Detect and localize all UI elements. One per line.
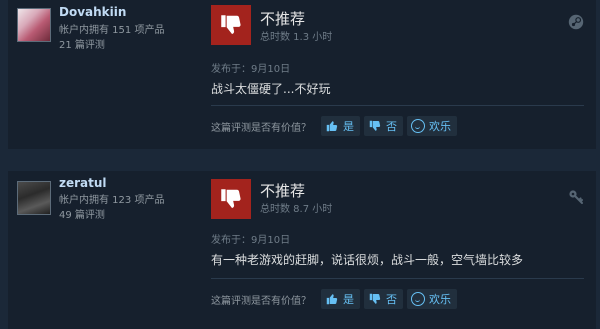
review-card: zeratul 帐户内拥有 123 项产品 49 篇评测 不推荐 总时数 8.7… xyxy=(8,171,596,329)
vote-yes-button[interactable]: 是 xyxy=(321,116,360,136)
helpful-question: 这篇评测是否有价值？ xyxy=(211,122,311,134)
helpful-question: 这篇评测是否有价值？ xyxy=(211,295,311,307)
vote-yes-label: 是 xyxy=(343,120,354,133)
divider xyxy=(211,278,584,279)
vote-no-label: 否 xyxy=(386,293,397,306)
review-text[interactable]: 有一种老游戏的赶脚，说话很烦，战斗一般，空气墙比较多 xyxy=(211,251,523,268)
posted-date: 发布于：9月10日 xyxy=(211,64,291,75)
products-owned[interactable]: 帐户内拥有 123 项产品 xyxy=(59,193,164,208)
smiley-icon xyxy=(411,292,425,306)
thumbs-down-icon xyxy=(211,5,251,45)
vote-funny-button[interactable]: 欢乐 xyxy=(407,289,457,309)
review-verdict[interactable]: 不推荐 xyxy=(260,8,305,29)
vote-yes-button[interactable]: 是 xyxy=(321,289,360,309)
reviewer-meta: 帐户内拥有 123 项产品 49 篇评测 xyxy=(59,193,164,223)
thumbs-down-icon xyxy=(211,179,251,219)
divider xyxy=(211,105,584,106)
vote-yes-label: 是 xyxy=(343,293,354,306)
thumbs-down-icon xyxy=(369,293,381,304)
vote-funny-label: 欢乐 xyxy=(429,293,451,306)
vote-no-label: 否 xyxy=(386,120,397,133)
hours-played: 总时数 8.7 小时 xyxy=(260,204,333,215)
helpful-controls: 这篇评测是否有价值？ 是 否 欢乐 xyxy=(211,115,461,137)
steam-icon xyxy=(568,14,584,30)
review-text[interactable]: 战斗太僵硬了...不好玩 xyxy=(211,80,330,97)
thumbs-down-glyph xyxy=(221,15,241,35)
vote-no-button[interactable]: 否 xyxy=(364,289,403,309)
vote-funny-button[interactable]: 欢乐 xyxy=(407,116,457,136)
avatar[interactable] xyxy=(17,8,51,42)
review-count[interactable]: 21 篇评测 xyxy=(59,38,164,53)
reviewer-name[interactable]: Dovahkiin xyxy=(59,5,126,19)
thumbs-up-icon xyxy=(326,294,338,305)
thumbs-up-icon xyxy=(326,121,338,132)
hours-played: 总时数 1.3 小时 xyxy=(260,32,333,43)
review-card: Dovahkiin 帐户内拥有 151 项产品 21 篇评测 不推荐 总时数 1… xyxy=(8,0,596,149)
avatar[interactable] xyxy=(17,181,51,215)
review-verdict[interactable]: 不推荐 xyxy=(260,180,305,201)
reviewer-meta: 帐户内拥有 151 项产品 21 篇评测 xyxy=(59,23,164,53)
helpful-controls: 这篇评测是否有价值？ 是 否 欢乐 xyxy=(211,288,461,310)
posted-date: 发布于：9月10日 xyxy=(211,235,291,246)
vote-no-button[interactable]: 否 xyxy=(364,116,403,136)
reviewer-name[interactable]: zeratul xyxy=(59,176,107,190)
smiley-icon xyxy=(411,119,425,133)
key-icon xyxy=(569,190,583,204)
thumbs-down-glyph xyxy=(221,189,241,209)
vote-funny-label: 欢乐 xyxy=(429,120,451,133)
products-owned[interactable]: 帐户内拥有 151 项产品 xyxy=(59,23,164,38)
thumbs-down-icon xyxy=(369,120,381,131)
review-count[interactable]: 49 篇评测 xyxy=(59,208,164,223)
